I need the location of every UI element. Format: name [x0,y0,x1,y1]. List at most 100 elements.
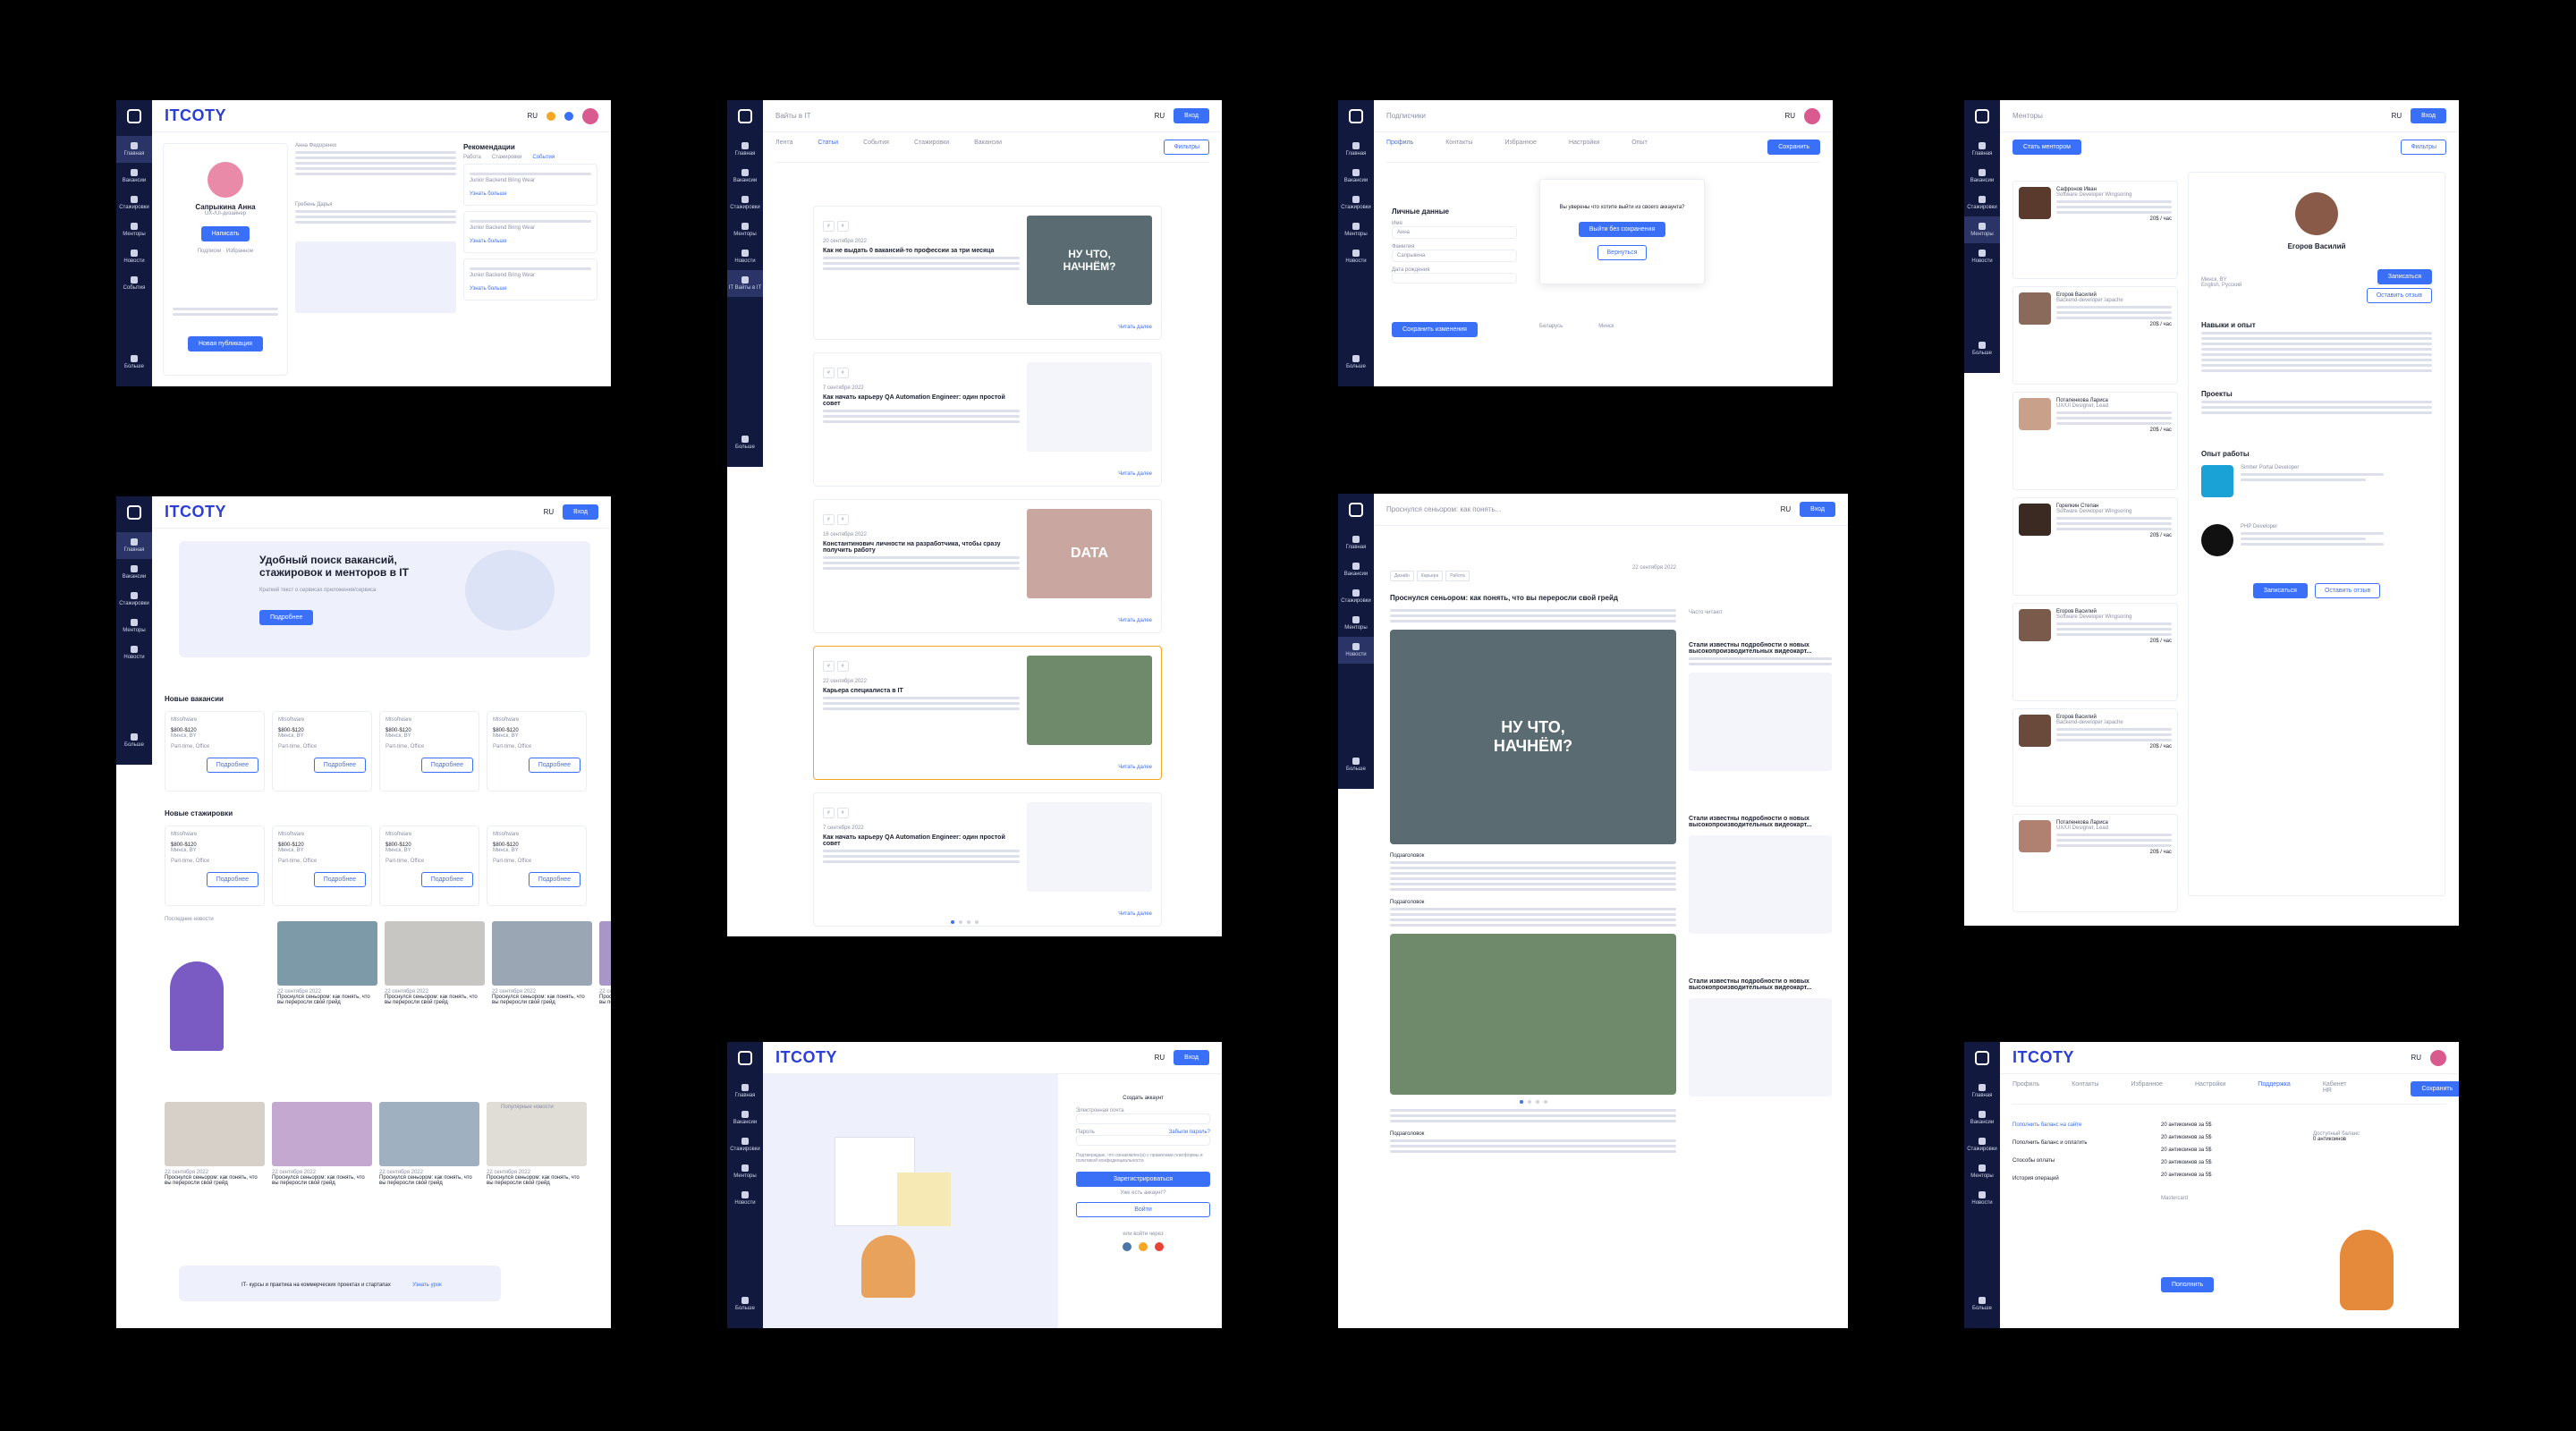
sidebar-item-internships[interactable]: Стажировки [1338,190,1374,216]
new-post-button[interactable]: Новая публикация [187,336,264,351]
sidebar-item-home[interactable]: Главная [116,136,152,163]
forgot-link[interactable]: Забыли пароль? [1169,1130,1210,1135]
sidebar-item-internships[interactable]: Стажировки [1964,1131,2000,1158]
sidebar-item-more[interactable]: Больше [1964,335,2000,362]
article-title[interactable]: Константинович личности на разработчика,… [823,541,1020,554]
subs-link[interactable]: Подписки [198,249,222,254]
details-button[interactable]: Подробнее [528,758,580,773]
sidebar-item-more[interactable]: Больше [727,1291,763,1317]
sidebar-item-vacancies[interactable]: Вакансии [1338,163,1374,190]
job-card[interactable]: Junior Backend Bring Wear Узнать больше [463,258,597,301]
tab-events[interactable]: События [863,140,889,155]
article-tag[interactable]: # [836,221,849,232]
tab-settings[interactable]: Настройки [1569,140,1599,155]
article-tag[interactable]: # [836,514,849,525]
news-card[interactable]: 22 сентября 2022Проснулся сеньором: как … [277,921,377,1005]
article-tag[interactable]: # [823,368,835,378]
sidebar-item-news[interactable]: Новости [727,243,763,270]
tab-favorites[interactable]: Избранное [2131,1081,2162,1097]
article-tag[interactable]: # [836,368,849,378]
details-button[interactable]: Подробнее [313,758,366,773]
login-button[interactable]: Вход [563,504,598,520]
sidebar-item-mentors[interactable]: Менторы [1964,1158,2000,1185]
sidebar-item-more[interactable]: Больше [1338,751,1374,778]
tab-contacts[interactable]: Контакты [1445,140,1472,155]
sidebar-item-more[interactable]: Больше [1338,349,1374,376]
language-select[interactable]: RU [1781,505,1792,513]
sidebar-item-vacancies[interactable]: Вакансии [116,163,152,190]
country-select[interactable]: Беларусь [1539,324,1563,329]
language-select[interactable]: RU [2411,1054,2421,1062]
sidebar-item-more[interactable]: Больше [1964,1291,2000,1317]
more-link[interactable]: Узнать больше [470,239,507,244]
sidebar-item-home[interactable]: Главная [727,1078,763,1105]
sidebar-item-news[interactable]: Новости [1338,243,1374,270]
language-select[interactable]: RU [1155,1054,1165,1062]
login-button[interactable]: Вход [2411,108,2446,123]
filter-button[interactable]: Фильтры [2401,140,2446,155]
details-button[interactable]: Подробнее [420,758,473,773]
vk-icon[interactable] [1123,1242,1131,1251]
article-tag[interactable]: # [823,221,835,232]
sidebar-item-internships[interactable]: Стажировки [116,190,152,216]
vacancy-card[interactable]: Мtsoftware $800-$120 Минск, BY Part-time, O… [487,711,587,792]
vacancy-card[interactable]: Мtsoftware $800-$120 Минск, BY Part-time, O… [487,826,587,906]
read-more-link[interactable]: Читать далее [1118,911,1152,917]
sidebar-item-vacancies[interactable]: Вакансии [116,559,152,586]
sidebar-item-mentors[interactable]: Менторы [727,216,763,243]
mentor-card[interactable]: Сафронов Иван Software Developer Wingsori… [2012,181,2178,279]
article-tag[interactable]: # [823,808,835,818]
language-select[interactable]: RU [544,508,555,516]
article-card[interactable]: # #16 сентября 2022 Константинович личност… [813,499,1162,633]
tab-profile[interactable]: Профиль [2012,1081,2039,1097]
sidebar-item-news[interactable]: Новости [116,639,152,666]
sidebar-item-news[interactable]: Новости [1964,243,2000,270]
details-button[interactable]: Подробнее [313,872,366,887]
news-card[interactable]: 22 сентября 2022Проснулся сеньором: как … [599,921,611,1005]
register-button[interactable]: Зарегистрироваться [1076,1172,1210,1187]
vacancy-card[interactable]: Мtsoftware $800-$120 Минск, BY Part-time, O… [272,826,372,906]
mentor-card[interactable]: Горелкин Степан Software Developer Wingso… [2012,497,2178,596]
article-tag[interactable]: Дизайн [1390,571,1414,581]
modal-confirm-button[interactable]: Выйти без сохранения [1578,222,1666,237]
article-card[interactable]: # #7 сентября 2022 Как начать карьеру QA A… [813,792,1162,927]
news-card[interactable]: 22 сентября 2022Проснулся сеньором: как … [492,921,592,1005]
news-card[interactable]: 22 сентября 2022Проснулся сеньором: как … [379,1102,479,1186]
sidebar-item-home[interactable]: Главная [1338,529,1374,556]
book-button[interactable]: Записаться [2377,269,2432,284]
review-button-bottom[interactable]: Оставить отзыв [2314,583,2381,598]
article-title[interactable]: Как начать карьеру QA Automation Enginee… [823,834,1020,847]
side-article-title[interactable]: Стали известны подробности о новых высок… [1689,978,1832,991]
modal-cancel-button[interactable]: Вернуться [1597,245,1648,260]
sidebar-item-news[interactable]: Новости [116,243,152,270]
tab-feed[interactable]: Лента [775,140,792,155]
sidebar-item-vacancies[interactable]: Вакансии [1338,556,1374,583]
article-title[interactable]: Как начать карьеру QA Automation Enginee… [823,394,1020,407]
menu-topup[interactable]: Пополнить баланс и оплатить [2012,1140,2111,1146]
article-tag[interactable]: # [823,514,835,525]
tab-favorites[interactable]: Избранное [1504,140,1536,155]
vacancy-card[interactable]: Мtsoftware $800-$120 Минск, BY Part-time, O… [165,711,265,792]
email-field[interactable] [1076,1113,1210,1124]
tab-contacts[interactable]: Контакты [2072,1081,2098,1097]
sidebar-item-home[interactable]: Главная [116,532,152,559]
notification-icon[interactable] [564,111,573,121]
hero-button[interactable]: Подробнее [259,610,314,625]
sidebar-item-internships[interactable]: Стажировки [727,1131,763,1158]
details-button[interactable]: Подробнее [206,758,258,773]
sidebar-item-more[interactable]: Больше [116,727,152,754]
sidebar-item-more[interactable]: Больше [727,429,763,456]
gallery-dots[interactable] [1390,1100,1676,1104]
article-tag[interactable]: Работа [1445,571,1470,581]
sidebar-item-internships[interactable]: Стажировки [1338,583,1374,610]
vacancy-card[interactable]: Мtsoftware $800-$120 Минск, BY Part-time, O… [379,826,479,906]
mentor-card[interactable]: Потапенкова Лариса UX/UI Designer, Lead 20… [2012,392,2178,490]
save-button[interactable]: Сохранить [1767,140,1820,155]
article-tag[interactable]: Карьера [1416,571,1444,581]
side-article-title[interactable]: Стали известны подробности о новых высок… [1689,816,1832,828]
article-card[interactable]: # #7 сентября 2022 Как начать карьеру QA A… [813,352,1162,487]
login-button[interactable]: Вход [1800,502,1835,517]
sidebar-item-home[interactable]: Главная [727,136,763,163]
sidebar-item-home[interactable]: Главная [1964,1078,2000,1105]
more-link[interactable]: Узнать больше [470,286,507,292]
